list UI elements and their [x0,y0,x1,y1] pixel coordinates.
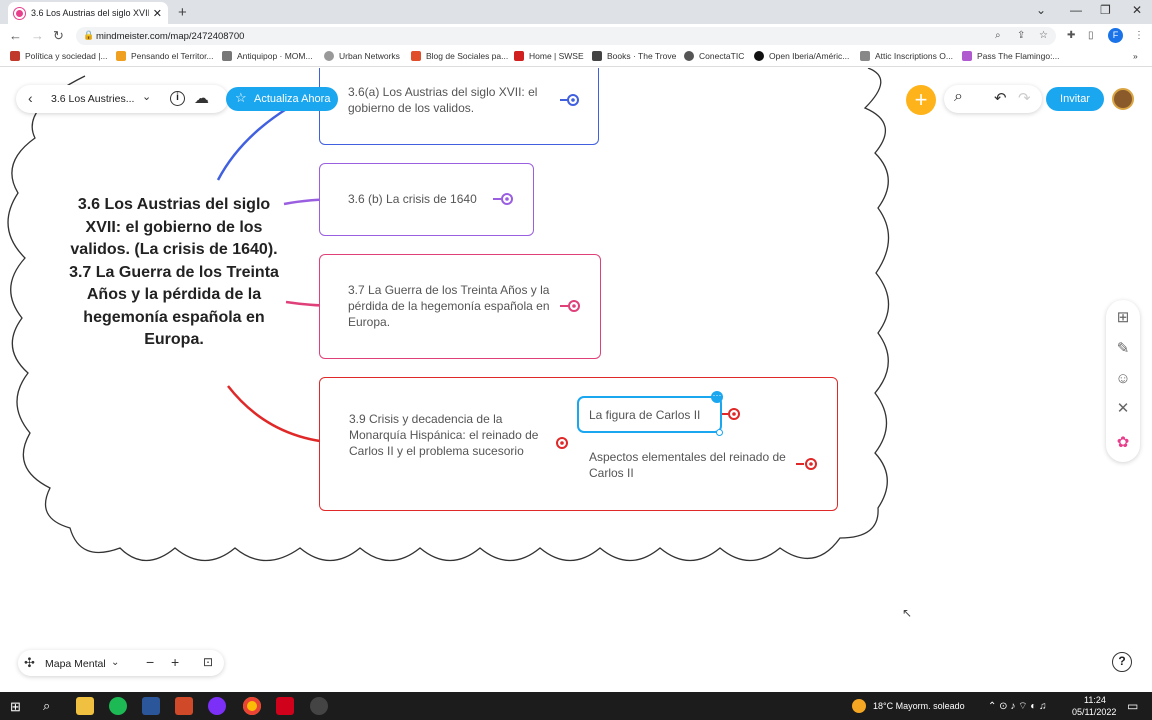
extensions-icon[interactable]: ✚ [1067,30,1075,41]
tab-title: 3.6 Los Austrias del siglo XVII: e [31,8,149,18]
apps-icon[interactable]: ✿ [1110,430,1136,456]
bookmark-item[interactable]: ConectaTIC [684,51,744,61]
bookmark-item[interactable]: Antiquipop · MOM... [222,51,313,61]
weather-icon [852,699,866,713]
mindmap-canvas[interactable]: 3.6 Los Austrias del siglo XVII: el gobi… [0,68,1152,692]
restore-icon[interactable]: ❐ [1100,3,1111,17]
tab-search-icon[interactable]: ⌄ [1036,3,1046,17]
search-icon[interactable]: ⌕ [43,698,50,714]
search-icon[interactable]: ⌕ [954,88,963,106]
url-text: mindmeister.com/map/2472408700 [96,30,245,42]
powerpoint-icon[interactable] [175,697,193,715]
invite-button[interactable]: Invitar [1046,87,1104,111]
avatar[interactable] [1112,88,1134,110]
bookmarks-bar: Política y sociedad |... Pensando el Ter… [0,48,1152,67]
browser-tab[interactable]: 3.6 Los Austrias del siglo XVII: e ✕ [8,2,168,24]
collapse-knob-icon[interactable] [493,191,515,207]
layout-icon[interactable]: ⊞ [1110,305,1136,331]
back-chevron-icon[interactable]: ‹ [28,90,33,106]
bookmark-item[interactable]: Pensando el Territor... [116,51,214,61]
bookmark-item[interactable]: Open Iberia/Améric... [754,51,849,61]
bookmark-item[interactable]: Urban Networks [324,51,400,61]
app-icon[interactable] [310,697,328,715]
reload-icon[interactable]: ↻ [53,28,64,44]
tab-close-icon[interactable]: ✕ [153,7,162,20]
upgrade-button[interactable]: ☆ Actualiza Ahora [226,87,338,111]
help-button[interactable]: ? [1112,652,1132,672]
connect-icon[interactable]: ✕ [1110,396,1136,422]
weather-text[interactable]: 18°C Mayorm. soleado [873,701,965,711]
collapse-knob-icon[interactable] [722,406,744,422]
mindmap-view-icon[interactable]: ✣ [24,655,35,671]
minimize-icon[interactable]: — [1070,3,1082,17]
more-options-icon[interactable]: ··· [711,391,723,403]
bookmark-item[interactable]: Blog de Sociales pa... [411,51,508,61]
menu-kebab-icon[interactable]: ⋮ [1134,30,1144,41]
bookmark-item[interactable]: Pass The Flamingo:... [962,51,1060,61]
chrome-icon[interactable] [243,697,261,715]
tray-icons[interactable]: ⌃ ⊙ ♪ ⌔ ◐ ♫ [988,700,1047,713]
lock-icon: 🔒 [83,30,95,40]
bookmark-item[interactable]: Home | SWSE [514,51,584,61]
view-mode-label[interactable]: Mapa Mental [45,658,106,670]
clock-date[interactable]: 05/11/2022 [1072,707,1116,717]
zoom-in-button[interactable]: + [171,654,179,670]
forward-arrow-icon[interactable]: → [31,28,44,43]
spotify-icon[interactable] [109,697,127,715]
new-tab-button[interactable]: + [178,4,187,21]
central-topic[interactable]: 3.6 Los Austrias del siglo XVII: el gobi… [66,194,282,352]
collapse-knob-icon[interactable] [554,435,570,451]
app-icon[interactable] [208,697,226,715]
notification-icon[interactable]: ▭ [1127,699,1138,713]
zoom-icon[interactable]: ⌕ [995,30,1001,41]
back-arrow-icon[interactable]: ← [9,28,22,43]
share-icon[interactable]: ⇪ [1017,30,1025,41]
undo-icon[interactable]: ↶ [994,89,1007,107]
cloud-download-icon[interactable]: ☁ [194,89,209,107]
redo-icon[interactable]: ↷ [1018,89,1031,107]
topic-text: 3.6 (b) La crisis de 1640 [348,192,477,206]
fit-screen-icon[interactable]: ⊡ [203,655,213,669]
star-icon: ☆ [235,90,247,105]
paint-icon[interactable]: ✎ [1110,336,1136,362]
windows-taskbar: ⊞ ⌕ 18°C Mayorm. soleado ⌃ ⊙ ♪ ⌔ ◐ ♫ 11:… [0,692,1152,720]
add-topic-button[interactable]: + [906,85,936,115]
topic-text: 3.6(a) Los Austrias del siglo XVII: el g… [348,85,538,115]
sidepanel-icon[interactable]: ▯ [1088,30,1094,41]
bookmark-item[interactable]: Books · The Trove [592,51,676,61]
word-icon[interactable] [142,697,160,715]
bookmark-item[interactable]: Política y sociedad |... [10,51,108,61]
chevron-down-icon[interactable]: ⌄ [142,90,151,103]
map-title[interactable]: 3.6 Los Austries... [51,93,134,105]
upgrade-label: Actualiza Ahora [254,93,331,105]
chevron-down-icon[interactable]: ⌄ [111,657,119,668]
collapse-knob-icon[interactable] [560,298,582,314]
bookmark-item[interactable]: Attic Inscriptions O... [860,51,953,61]
subtopic-text: La figura de Carlos II [589,408,701,422]
browser-toolbar: ← → ↻ 🔒 mindmeister.com/map/2472408700 ⌕… [0,24,1152,48]
browser-tabbar: 3.6 Los Austrias del siglo XVII: e ✕ + ⌄… [0,0,1152,24]
mouse-cursor-icon: ↖ [902,606,913,620]
bookmarks-overflow[interactable]: » [1133,51,1138,61]
clock-time[interactable]: 11:24 [1084,695,1106,705]
emoji-icon[interactable]: ☺ [1110,366,1136,392]
subtopic-text[interactable]: Aspectos elementales del reinado de Carl… [589,449,794,481]
mindmeister-favicon-icon [14,7,25,19]
topic-text: 3.7 La Guerra de los Treinta Años y la p… [348,283,550,329]
topic-text: 3.9 Crisis y decadencia de la Monarquía … [349,412,539,458]
bookmark-star-icon[interactable]: ☆ [1039,30,1048,41]
collapse-knob-icon[interactable] [560,92,582,108]
zoom-out-button[interactable]: − [146,654,154,670]
info-icon[interactable]: i [170,91,185,106]
close-window-icon[interactable]: ✕ [1132,3,1142,17]
profile-avatar[interactable]: F [1108,28,1123,43]
windows-start-icon[interactable]: ⊞ [10,699,21,715]
collapse-knob-icon[interactable] [796,456,820,472]
address-bar[interactable]: 🔒 mindmeister.com/map/2472408700 [76,27,1056,45]
acrobat-icon[interactable] [276,697,294,715]
resize-handle[interactable] [716,429,723,436]
file-explorer-icon[interactable] [76,697,94,715]
